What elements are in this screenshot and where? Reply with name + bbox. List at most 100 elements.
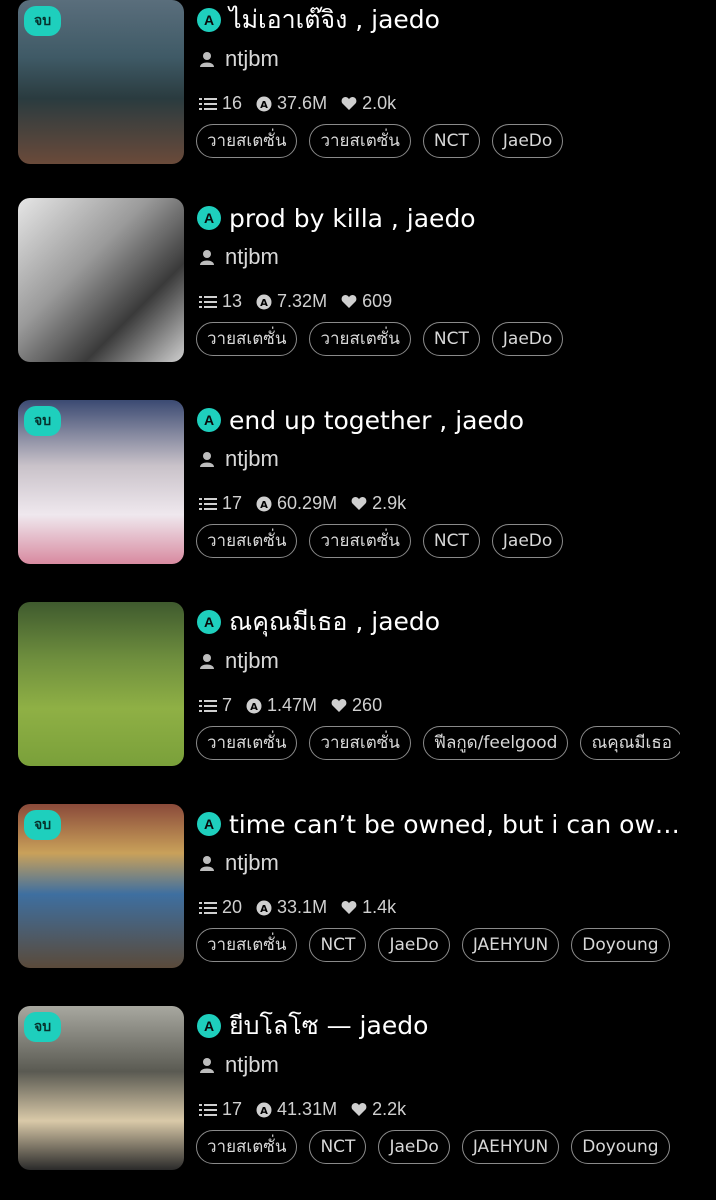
story-item[interactable]: Aprod by killa , jaedo ntjbm 13 A 7.32M 609 วา… xyxy=(0,198,716,368)
author-name[interactable]: ntjbm xyxy=(225,1052,279,1078)
author-row[interactable]: ntjbm xyxy=(199,648,279,674)
ended-badge: จบ xyxy=(24,406,62,436)
tag-chip[interactable]: NCT xyxy=(422,524,480,558)
story-item[interactable]: จบ Aend up together , jaedo ntjbm 17 A 60.29M… xyxy=(0,400,716,570)
tag-chip[interactable]: ฟีลกูด/feelgood xyxy=(422,726,569,760)
title-row[interactable]: Atime can’t be owned, but i can ow… xyxy=(197,806,697,842)
reads-icon: A xyxy=(256,496,272,511)
author-row[interactable]: ntjbm xyxy=(199,1052,279,1078)
story-title[interactable]: prod by killa , jaedo xyxy=(229,204,476,233)
user-icon xyxy=(200,1058,214,1073)
title-row[interactable]: A ณคุณมีเธอ , jaedo xyxy=(197,604,697,640)
tag-chip[interactable]: NCT xyxy=(309,1130,367,1164)
user-icon xyxy=(200,52,214,67)
tag-chip[interactable]: JaeDo xyxy=(378,928,450,962)
read-count: 60.29M xyxy=(277,493,338,513)
user-icon xyxy=(200,452,214,467)
story-cover-image[interactable] xyxy=(18,198,184,362)
reads-stat: A 37.6M xyxy=(256,93,327,114)
tag-chip[interactable]: NCT xyxy=(422,124,480,158)
author-name[interactable]: ntjbm xyxy=(225,446,279,472)
read-count: 37.6M xyxy=(277,93,328,113)
list-icon xyxy=(199,1103,217,1116)
tag-chip[interactable]: JaeDo xyxy=(491,524,564,558)
title-row[interactable]: A ยีบโลโซ — jaedo xyxy=(197,1008,697,1044)
stats-row: 17 A 60.29M 2.9k xyxy=(199,493,414,514)
story-cover-image[interactable]: จบ xyxy=(18,0,184,164)
author-name[interactable]: ntjbm xyxy=(225,648,279,674)
tag-list: วายสเตซั่น NCT JaeDo JAEHYUN Doyoung xyxy=(196,928,680,964)
tag-chip[interactable]: วายสเตซั่น xyxy=(309,322,411,356)
ended-badge: จบ xyxy=(24,1012,62,1042)
author-name[interactable]: ntjbm xyxy=(225,850,279,876)
likes-stat: 2.0k xyxy=(341,93,396,114)
tag-chip[interactable]: JAEHYUN xyxy=(461,1130,560,1164)
tag-chip[interactable]: วายสเตซั่น xyxy=(309,524,411,558)
heart-icon xyxy=(351,497,367,510)
title-row[interactable]: A ไม่เอาเต๊จิง , jaedo xyxy=(197,2,697,38)
user-icon xyxy=(200,654,214,669)
tag-chip[interactable]: วายสเตซั่น xyxy=(309,726,411,760)
stats-row: 13 A 7.32M 609 xyxy=(199,291,400,312)
stats-row: 16 A 37.6M 2.0k xyxy=(199,93,404,114)
chapter-count: 17 xyxy=(222,1099,243,1119)
svg-text:A: A xyxy=(260,500,268,511)
author-row[interactable]: ntjbm xyxy=(199,850,279,876)
story-item[interactable]: จบ A ไม่เอาเต๊จิง , jaedo ntjbm 16 A 37.6M 2.0k… xyxy=(0,0,716,170)
list-icon xyxy=(199,901,217,914)
tag-chip[interactable]: วายสเตซั่น xyxy=(309,124,411,158)
tag-chip[interactable]: วายสเตซั่น xyxy=(196,124,298,158)
story-cover-image[interactable] xyxy=(18,602,184,766)
like-count: 1.4k xyxy=(362,897,397,917)
tag-list: วายสเตซั่น วายสเตซั่น NCT JaeDo xyxy=(196,322,680,358)
story-item[interactable]: จบ A ยีบโลโซ — jaedo ntjbm 17 A 41.31M 2.2k วายส… xyxy=(0,1006,716,1176)
author-name[interactable]: ntjbm xyxy=(225,46,279,72)
like-count: 2.2k xyxy=(372,1099,407,1119)
story-cover-image[interactable]: จบ xyxy=(18,400,184,564)
reads-stat: A 33.1M xyxy=(256,897,327,918)
tag-chip[interactable]: ณคุณมีเธอ xyxy=(580,726,680,760)
tag-chip[interactable]: NCT xyxy=(309,928,367,962)
tag-chip[interactable]: Doyoung xyxy=(571,1130,670,1164)
tag-chip[interactable]: JaeDo xyxy=(491,322,564,356)
chapters-stat: 7 xyxy=(199,695,232,716)
tag-list: วายสเตซั่น วายสเตซั่น NCT JaeDo xyxy=(196,524,680,560)
story-item[interactable]: จบ Atime can’t be owned, but i can ow… ntj… xyxy=(0,804,716,974)
title-row[interactable]: Aend up together , jaedo xyxy=(197,402,697,438)
ended-badge: จบ xyxy=(24,810,62,840)
author-row[interactable]: ntjbm xyxy=(199,446,279,472)
author-row[interactable]: ntjbm xyxy=(199,244,279,270)
reads-stat: A 41.31M xyxy=(256,1099,337,1120)
title-row[interactable]: Aprod by killa , jaedo xyxy=(197,200,697,236)
story-cover-image[interactable]: จบ xyxy=(18,804,184,968)
author-row[interactable]: ntjbm xyxy=(199,46,279,72)
tag-chip[interactable]: วายสเตซั่น xyxy=(196,322,298,356)
tag-chip[interactable]: NCT xyxy=(422,322,480,356)
author-name[interactable]: ntjbm xyxy=(225,244,279,270)
tag-chip[interactable]: Doyoung xyxy=(571,928,670,962)
story-cover-image[interactable]: จบ xyxy=(18,1006,184,1170)
read-count: 7.32M xyxy=(277,291,328,311)
app-logo-icon: A xyxy=(197,1014,221,1038)
tag-chip[interactable]: วายสเตซั่น xyxy=(196,928,298,962)
story-title[interactable]: end up together , jaedo xyxy=(229,406,524,435)
tag-chip[interactable]: วายสเตซั่น xyxy=(196,1130,298,1164)
list-icon xyxy=(199,97,217,110)
reads-icon: A xyxy=(256,1102,272,1117)
chapters-stat: 16 xyxy=(199,93,242,114)
tag-chip[interactable]: JAEHYUN xyxy=(461,928,560,962)
like-count: 260 xyxy=(352,695,383,715)
story-title[interactable]: ไม่เอาเต๊จิง , jaedo xyxy=(229,0,440,40)
tag-list: วายสเตซั่น NCT JaeDo JAEHYUN Doyoung xyxy=(196,1130,680,1166)
tag-chip[interactable]: วายสเตซั่น xyxy=(196,524,298,558)
story-title[interactable]: ยีบโลโซ — jaedo xyxy=(229,1006,428,1046)
story-title[interactable]: time can’t be owned, but i can ow… xyxy=(229,810,680,839)
story-item[interactable]: A ณคุณมีเธอ , jaedo ntjbm 7 A 1.47M 260 วายสเตซ… xyxy=(0,602,716,772)
tag-chip[interactable]: วายสเตซั่น xyxy=(196,726,298,760)
chapters-stat: 17 xyxy=(199,493,242,514)
read-count: 41.31M xyxy=(277,1099,338,1119)
tag-chip[interactable]: JaeDo xyxy=(491,124,564,158)
tag-chip[interactable]: JaeDo xyxy=(378,1130,450,1164)
story-title[interactable]: ณคุณมีเธอ , jaedo xyxy=(229,602,440,642)
svg-text:A: A xyxy=(260,298,268,309)
